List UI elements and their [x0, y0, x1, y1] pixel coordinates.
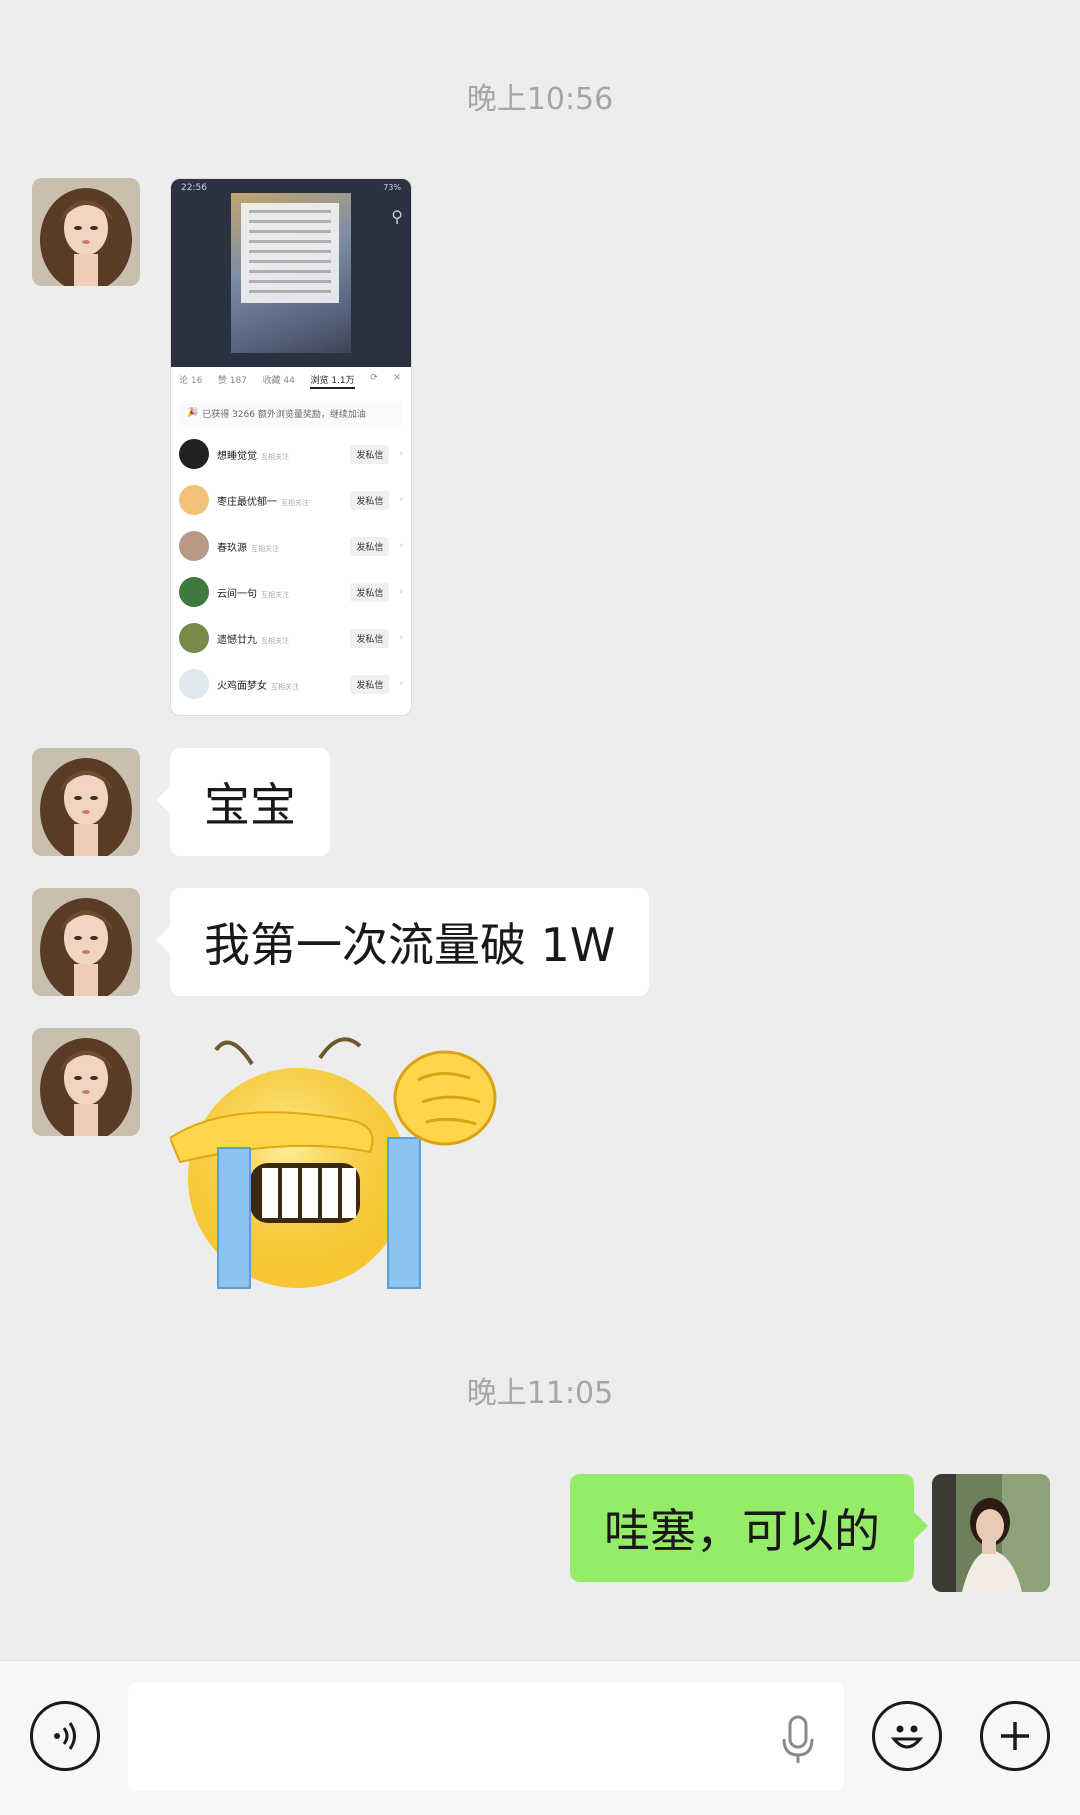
user-sub: 互相关注 — [281, 498, 309, 507]
message-bubble-received[interactable]: 我第一次流量破 1W — [155, 888, 650, 996]
user-sub: 互相关注 — [261, 452, 289, 461]
user-name: 枣庄最优郁一 — [217, 496, 277, 508]
message-bubble-sent[interactable]: 哇塞，可以的 — [570, 1474, 928, 1582]
contact-avatar[interactable] — [32, 178, 140, 286]
shared-screenshot-image[interactable]: 22:56 73% ⚲ 论 16 赞 187 收藏 44 浏览 1.1万 ⟳ ✕… — [170, 178, 412, 716]
message-button: 发私信 — [350, 536, 390, 556]
message-text: 哇塞，可以的 — [604, 1504, 880, 1558]
user-name: 想睡觉觉 — [217, 450, 257, 462]
message-button: 发私信 — [350, 582, 390, 602]
screenshot-status-time: 22:56 — [181, 183, 207, 193]
message-text: 宝宝 — [204, 778, 296, 832]
my-avatar[interactable] — [932, 1474, 1050, 1592]
screenshot-status-battery: 73% — [383, 183, 401, 192]
user-sub: 互相关注 — [261, 590, 289, 599]
search-icon: ⚲ — [391, 207, 403, 226]
user-name: 春玖源 — [217, 542, 247, 554]
contact-avatar[interactable] — [32, 1028, 140, 1136]
screenshot-post-preview — [231, 193, 351, 353]
message-input[interactable] — [128, 1683, 844, 1791]
message-button: 发私信 — [350, 490, 390, 510]
timestamp-2: 晚上11:05 — [466, 1376, 614, 1411]
stat-tab: 收藏 44 — [262, 376, 295, 386]
stat-tab: 赞 187 — [217, 376, 247, 386]
user-sub: 互相关注 — [251, 544, 279, 553]
contact-avatar[interactable] — [32, 888, 140, 996]
timestamp-1: 晚上10:56 — [466, 82, 614, 117]
stat-tab-active: 浏览 1.1万 — [310, 373, 355, 389]
user-avatar — [179, 485, 209, 515]
user-avatar — [179, 439, 209, 469]
screenshot-user-row: 云间一句 互相关注 发私信 › — [171, 569, 411, 615]
message-button: 发私信 — [350, 628, 390, 648]
message-button: 发私信 — [350, 444, 390, 464]
close-icon: ✕ — [393, 373, 401, 383]
screenshot-user-row: 枣庄最优郁一 互相关注 发私信 › — [171, 477, 411, 523]
user-avatar — [179, 577, 209, 607]
voice-toggle-icon[interactable] — [30, 1701, 100, 1771]
user-sub: 互相关注 — [261, 636, 289, 645]
party-icon: 🎉 — [187, 408, 199, 418]
user-avatar — [179, 669, 209, 699]
screenshot-user-row: 遗憾廿九 互相关注 发私信 › — [171, 615, 411, 661]
stat-tab: 论 16 — [179, 376, 203, 386]
screenshot-user-row: 想睡觉觉 互相关注 发私信 › — [171, 431, 411, 477]
microphone-icon[interactable] — [778, 1715, 818, 1769]
message-bubble-received[interactable]: 宝宝 — [156, 748, 330, 856]
emoji-icon[interactable] — [872, 1701, 942, 1771]
contact-avatar[interactable] — [32, 748, 140, 856]
crying-laughing-sticker[interactable] — [168, 1028, 500, 1290]
refresh-icon: ⟳ — [370, 373, 378, 383]
user-name: 遗憾廿九 — [217, 634, 257, 646]
screenshot-user-row: 春玖源 互相关注 发私信 › — [171, 523, 411, 569]
plus-icon[interactable] — [980, 1701, 1050, 1771]
banner-text: 已获得 3266 额外浏览量奖励，继续加油 — [202, 409, 366, 420]
message-button: 发私信 — [350, 674, 390, 694]
screenshot-user-row: 火鸡面梦女 互相关注 发私信 › — [171, 661, 411, 707]
message-text: 我第一次流量破 1W — [204, 918, 616, 972]
input-toolbar — [0, 1660, 1080, 1815]
screenshot-banner: 🎉 已获得 3266 额外浏览量奖励，继续加油 — [179, 401, 403, 425]
user-name: 火鸡面梦女 — [217, 680, 267, 692]
user-name: 云间一句 — [217, 588, 257, 600]
user-sub: 互相关注 — [271, 682, 299, 691]
user-avatar — [179, 531, 209, 561]
screenshot-stats-tabs: 论 16 赞 187 收藏 44 浏览 1.1万 ⟳ ✕ — [171, 367, 411, 389]
user-avatar — [179, 623, 209, 653]
